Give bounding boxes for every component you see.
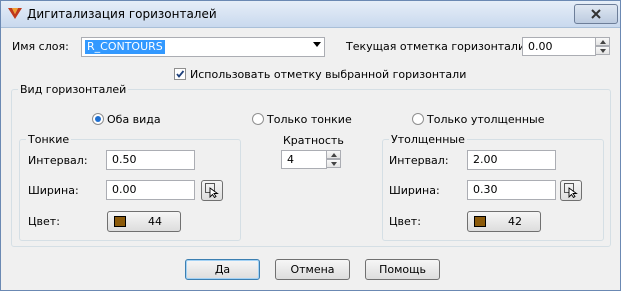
radio-both[interactable]	[92, 113, 104, 125]
spin-down-button[interactable]	[595, 46, 610, 55]
thick-width-label: Ширина:	[389, 184, 440, 197]
spin-up-button[interactable]	[326, 150, 341, 159]
thin-width-pick-button[interactable]	[201, 180, 223, 201]
thick-width-input[interactable]: 0.30	[467, 180, 556, 200]
multiplicity-spinner[interactable]	[326, 150, 341, 169]
ok-button[interactable]: Да	[185, 259, 260, 280]
radio-thick-only-label: Только утолщенные	[427, 113, 545, 126]
multiplicity-label: Кратность	[283, 134, 344, 147]
spin-up-button[interactable]	[595, 37, 610, 46]
arrow-down-icon	[331, 162, 337, 166]
current-elevation-spinner[interactable]	[595, 37, 610, 56]
thin-interval-input[interactable]: 0.50	[106, 150, 195, 170]
thin-color-button[interactable]: 44	[107, 211, 181, 232]
arrow-up-icon	[600, 40, 606, 44]
radio-both-label: Оба вида	[107, 113, 161, 126]
view-group-title: Вид горизонталей	[20, 83, 127, 96]
close-icon	[591, 9, 601, 19]
help-button[interactable]: Помощь	[365, 259, 440, 280]
thick-width-pick-button[interactable]	[560, 180, 582, 201]
current-elevation-label: Текущая отметка горизонтали:	[346, 40, 529, 53]
chevron-down-icon[interactable]	[313, 42, 321, 47]
thin-group-title: Тонкие	[28, 133, 70, 146]
thin-color-swatch	[114, 216, 126, 227]
radio-thin-only[interactable]	[252, 113, 264, 125]
multiplicity-input[interactable]: 4	[281, 150, 327, 169]
arrow-up-icon	[331, 153, 337, 157]
thin-color-index: 44	[148, 215, 162, 228]
thin-color-label: Цвет:	[28, 215, 60, 228]
cancel-button[interactable]: Отмена	[275, 259, 350, 280]
thin-width-label: Ширина:	[28, 184, 79, 197]
layer-name-value: R_CONTOURS	[85, 40, 165, 54]
radio-thin-only-label: Только тонкие	[267, 113, 352, 126]
dialog-window: Дигитализация горизонталей Имя слоя: R_C…	[0, 0, 621, 291]
cursor-pick-icon	[205, 183, 219, 198]
thick-interval-label: Интервал:	[389, 154, 449, 167]
thick-color-swatch	[474, 216, 486, 227]
layer-name-label: Имя слоя:	[12, 40, 69, 53]
window-title: Дигитализация горизонталей	[27, 7, 217, 21]
thin-interval-label: Интервал:	[28, 154, 88, 167]
thin-width-input[interactable]: 0.00	[106, 180, 195, 200]
title-bar[interactable]: Дигитализация горизонталей	[1, 1, 620, 28]
use-selected-checkbox[interactable]	[174, 68, 186, 80]
use-selected-label: Использовать отметку выбранной горизонта…	[190, 68, 467, 81]
cursor-pick-icon	[564, 183, 578, 198]
thick-interval-input[interactable]: 2.00	[467, 150, 556, 170]
app-icon	[8, 8, 22, 19]
arrow-down-icon	[600, 49, 606, 53]
radio-thick-only[interactable]	[412, 113, 424, 125]
thick-color-label: Цвет:	[389, 215, 421, 228]
close-button[interactable]	[574, 4, 618, 24]
checkmark-icon	[176, 70, 185, 78]
thick-color-index: 42	[508, 215, 522, 228]
spin-down-button[interactable]	[326, 159, 341, 168]
layer-name-combo[interactable]: R_CONTOURS	[81, 37, 325, 57]
thick-color-button[interactable]: 42	[467, 211, 541, 232]
thick-group-title: Утолщенные	[391, 133, 465, 146]
current-elevation-input[interactable]: 0.00	[522, 37, 596, 56]
